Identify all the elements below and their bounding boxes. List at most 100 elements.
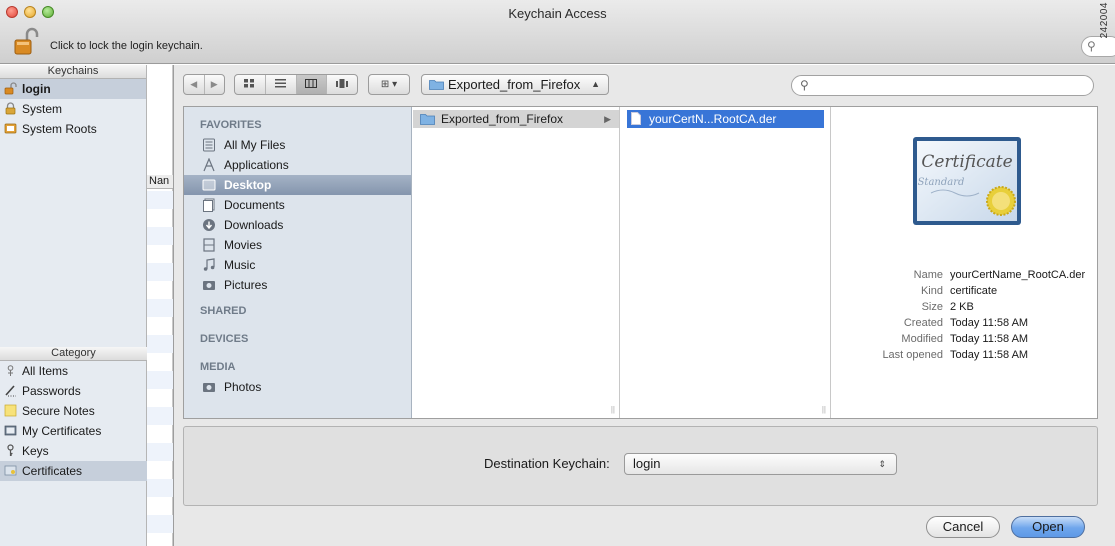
- key-icon: [7, 444, 14, 456]
- list-stripe: [147, 407, 173, 425]
- sidebar-item-my-certificates[interactable]: My Certificates: [0, 421, 147, 441]
- favorites-item-label: Pictures: [224, 278, 268, 292]
- sidebar-item-secure-notes[interactable]: Secure Notes: [0, 401, 147, 421]
- back-button[interactable]: ◀: [184, 75, 204, 94]
- path-popup-label: Exported_from_Firefox: [448, 77, 581, 92]
- column-item-exported-folder[interactable]: Exported_from_Firefox ▶: [413, 110, 619, 128]
- list-stripe: [147, 515, 173, 533]
- column-resize-handle[interactable]: ||: [611, 405, 615, 414]
- open-file-sheet: ◀ ▶ ⊞ ▾ Exported_from_Firefox ▲ ⚲ FAVORI…: [173, 65, 1115, 546]
- back-forward-buttons: ◀ ▶: [183, 74, 225, 95]
- list-view-icon: [275, 79, 287, 88]
- info-value: Today 11:58 AM: [950, 349, 1029, 361]
- browser-column-2: yourCertN...RootCA.der ||: [621, 107, 831, 418]
- sidebar-item-certificates[interactable]: Certificates: [0, 461, 147, 481]
- sidebar-item-all-items[interactable]: All Items: [0, 361, 147, 381]
- locked-keychain-icon: [5, 102, 16, 115]
- favorites-item-movies[interactable]: Movies: [184, 235, 411, 255]
- unlocked-padlock-icon[interactable]: [12, 27, 40, 57]
- favorites-item-label: Documents: [224, 198, 285, 212]
- destination-keychain-popup[interactable]: login ⇕: [624, 453, 897, 475]
- coverflow-view-button[interactable]: [326, 75, 357, 94]
- favorites-item-music[interactable]: Music: [184, 255, 411, 275]
- favorites-item-desktop[interactable]: Desktop: [184, 175, 411, 195]
- info-value: 2 KB: [950, 301, 974, 313]
- destination-keychain-label: Destination Keychain:: [484, 456, 610, 471]
- list-view-button[interactable]: [264, 75, 296, 94]
- column-view-icon: [305, 79, 318, 88]
- category-section: Category All Items Passwords Secure Note…: [0, 347, 147, 481]
- view-mode-buttons: [234, 74, 358, 95]
- info-value: yourCertName_RootCA.der: [950, 269, 1086, 281]
- media-item-photos[interactable]: Photos: [184, 377, 411, 397]
- list-stripe: [147, 443, 173, 461]
- favorites-item-applications[interactable]: Applications: [184, 155, 411, 175]
- info-value: certificate: [950, 285, 998, 297]
- file-browser: FAVORITES All My Files Applications Desk…: [183, 106, 1098, 419]
- lock-keychain-label[interactable]: Click to lock the login keychain.: [50, 40, 203, 52]
- window-title: Keychain Access: [508, 6, 607, 21]
- popup-arrows-icon: ⇕: [878, 459, 886, 469]
- sidebar-item-system-roots[interactable]: System Roots: [0, 119, 146, 139]
- column-item-label: Exported_from_Firefox: [441, 112, 564, 126]
- shared-header[interactable]: SHARED: [184, 301, 411, 321]
- sidebar-item-label: Secure Notes: [22, 404, 95, 418]
- column-resize-handle[interactable]: ||: [822, 405, 826, 414]
- sidebar-item-system[interactable]: System: [0, 99, 146, 119]
- favorites-item-all-my-files[interactable]: All My Files: [184, 135, 411, 155]
- sidebar-item-label: login: [22, 82, 51, 96]
- certificate-card-icon: [4, 425, 17, 436]
- favorites-item-label: Music: [224, 258, 256, 272]
- pencil-icon: [5, 385, 16, 397]
- sidebar-item-login[interactable]: login: [0, 79, 146, 99]
- column-item-label: yourCertN...RootCA.der: [649, 112, 777, 126]
- column-view-button[interactable]: [295, 75, 327, 94]
- applications-icon: [203, 158, 215, 172]
- keychains-header: Keychains: [0, 65, 146, 79]
- file-preview-pane: Certificate Standard Name yourCertName_R…: [832, 107, 1097, 418]
- destination-keychain-panel: Destination Keychain: login ⇕: [183, 426, 1098, 506]
- path-popup-button[interactable]: Exported_from_Firefox ▲: [421, 74, 609, 95]
- info-key: Last opened: [882, 349, 943, 361]
- favorites-header: FAVORITES: [200, 119, 262, 131]
- forward-button[interactable]: ▶: [203, 75, 225, 94]
- sidebar-item-keys[interactable]: Keys: [0, 441, 147, 461]
- folder-icon: [420, 114, 435, 125]
- certificate-icon: [4, 465, 17, 476]
- certificate-title: Certificate: [921, 152, 1012, 172]
- window-titlebar: Keychain Access Click to lock the login …: [0, 0, 1115, 64]
- desktop-icon: [202, 179, 216, 191]
- open-button[interactable]: Open: [1011, 516, 1085, 538]
- favorites-sidebar: FAVORITES All My Files Applications Desk…: [184, 107, 412, 418]
- favorites-item-label: All My Files: [224, 138, 286, 152]
- cancel-button[interactable]: Cancel: [926, 516, 1000, 538]
- dialog-search-field[interactable]: ⚲: [791, 75, 1094, 96]
- favorites-item-label: Desktop: [224, 178, 272, 192]
- list-stripe: [147, 191, 173, 209]
- sidebar-item-label: Keys: [22, 444, 49, 458]
- folder-keychain-icon: [4, 123, 17, 134]
- document-icon: [631, 112, 641, 125]
- list-stripe: [147, 263, 173, 281]
- music-icon: [203, 258, 215, 271]
- toolbar-search-field[interactable]: ⚲: [1081, 36, 1115, 57]
- pictures-icon: [203, 281, 215, 290]
- icon-view-icon: [244, 79, 255, 88]
- destination-keychain-value: login: [633, 456, 661, 471]
- sidebar-item-passwords[interactable]: Passwords: [0, 381, 147, 401]
- search-icon: ⚲: [800, 78, 809, 92]
- sidebar-item-label: All Items: [22, 364, 69, 378]
- arrange-by-button[interactable]: ⊞ ▾: [368, 74, 410, 95]
- favorites-item-downloads[interactable]: Downloads: [184, 215, 411, 235]
- list-stripe: [147, 299, 173, 317]
- favorites-item-pictures[interactable]: Pictures: [184, 275, 411, 295]
- file-info-list: Name yourCertName_RootCA.der Kind certif…: [832, 269, 1097, 365]
- downloads-icon: [203, 219, 215, 231]
- name-column-header[interactable]: Nan: [147, 175, 173, 189]
- favorites-item-documents[interactable]: Documents: [184, 195, 411, 215]
- icon-view-button[interactable]: [235, 75, 265, 94]
- column-item-certificate-file[interactable]: yourCertN...RootCA.der: [627, 110, 824, 128]
- coverflow-view-icon: [336, 79, 349, 88]
- list-stripe: [147, 227, 173, 245]
- devices-header[interactable]: DEVICES: [184, 329, 411, 349]
